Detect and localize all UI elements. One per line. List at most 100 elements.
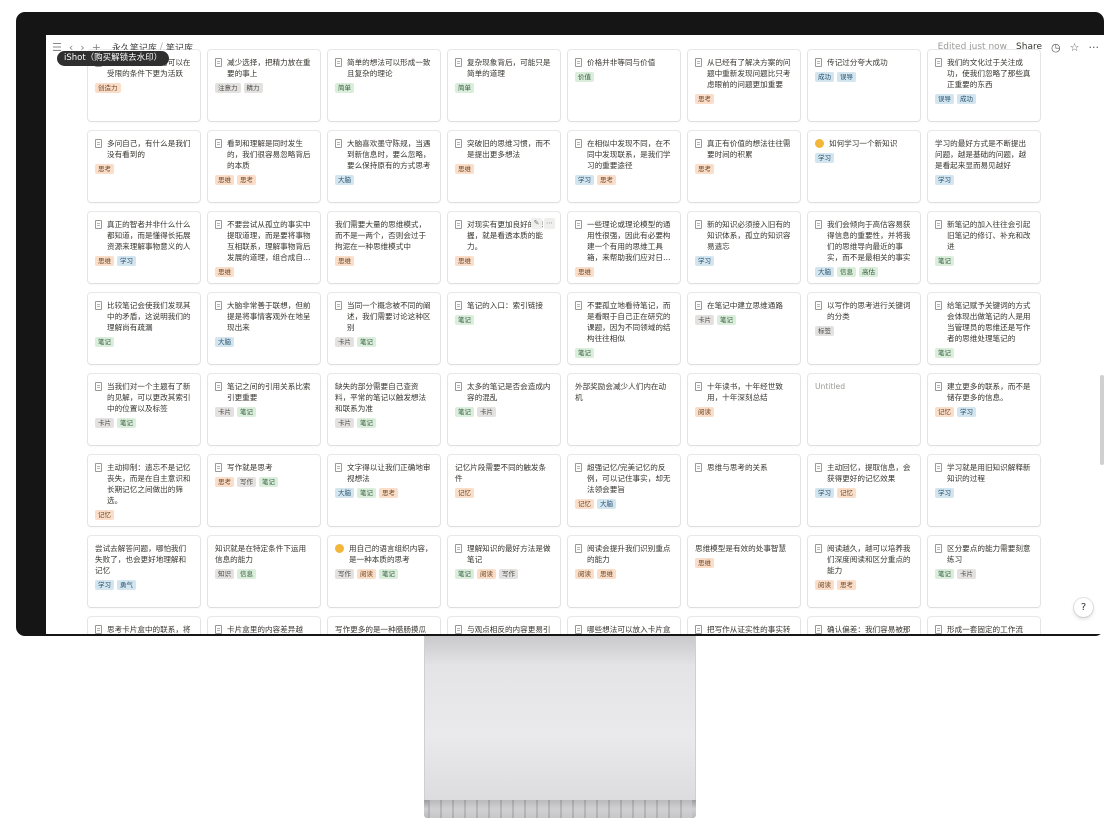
gallery-card[interactable]: 哪些想法可以放入卡片盒笔记卡片 — [568, 617, 680, 634]
page-icon — [455, 301, 462, 310]
gallery-card[interactable]: 笔记之间的引用关系比索引更重要 卡片 笔记 — [208, 374, 320, 445]
gallery-card[interactable]: 给笔记赋予关键词的方式会体现出做笔记的人是用当管理员的思维还是写作者的思维处理笔… — [928, 293, 1040, 364]
scrollbar-thumb[interactable] — [1100, 375, 1104, 465]
gallery-card[interactable]: 对现实有更加良好的把握，就是看透本质的能力。 ✎ ⋯ 思维 — [448, 212, 560, 283]
tag-pill: 大脑 — [335, 488, 354, 498]
gallery-card[interactable]: 以写作的思考进行关键词的分类 标签 — [808, 293, 920, 364]
gallery-card[interactable]: 文字得以让我们正确地审视想法 大脑 笔记 思考 — [328, 455, 440, 526]
card-tags: 思维 学习 — [95, 256, 193, 266]
card-title: 一些理论或理论模型的通用性很强，因此有必要构建一个有用的思维工具箱，来帮助我们应… — [575, 219, 673, 263]
card-title-text: 缺失的部分需要自己查资料，平常的笔记以触发想法和联系为准 — [335, 382, 427, 413]
gallery-card[interactable]: 阅读越久，越可以培养我们深度阅读和区分重点的能力 阅读 思考 — [808, 536, 920, 607]
gallery-card[interactable]: 建立更多的联系，而不是储存更多的信息。 记忆 学习 — [928, 374, 1040, 445]
card-title: 确认偏差：我们容易被那些我们相信或感觉良好的观点吸引…… — [815, 624, 913, 634]
card-title-text: 复杂现象背后，可能只是简单的道理 — [467, 58, 551, 78]
gallery-card[interactable]: 一些理论或理论模型的通用性很强，因此有必要构建一个有用的思维工具箱，来帮助我们应… — [568, 212, 680, 283]
gallery-card[interactable]: 把写作从证实性的事实转变为收集所有相关信息，适合开一个新的…… — [688, 617, 800, 634]
card-title: 当同一个概念被不同的阐述，我们需要讨论这种区别 — [335, 300, 433, 333]
gallery-card[interactable]: 简单的想法可以形成一致且复杂的理论 简单 — [328, 50, 440, 121]
gallery-card[interactable]: 新笔记的加入往往会引起旧笔记的修订、补充和改进 笔记 — [928, 212, 1040, 283]
gallery-card[interactable]: 在笔记中建立思维通路 卡片 笔记 — [688, 293, 800, 364]
gallery-card[interactable]: 比较笔记会使我们发现其中的矛盾，这说明我们的理解尚有疏漏 笔记 — [88, 293, 200, 364]
card-title: 我们需要大量的思维模式，而不是一两个，否则会过于拘泥在一种思维模式中 — [335, 219, 433, 252]
tag-pill: 思维 — [597, 569, 616, 579]
gallery-card[interactable]: 传记过分夸大成功 成功 误导 — [808, 50, 920, 121]
gallery-card[interactable]: 理解知识的最好方法是做笔记 笔记 阅读 写作 — [448, 536, 560, 607]
gallery-card[interactable]: 不要孤立地看待笔记，而是看眼于自己正在研究的课题，因为不同领域的结构往往相似 笔记 — [568, 293, 680, 364]
gallery-card[interactable]: 减少选择，把精力放在重要的事上 注意力 精力 — [208, 50, 320, 121]
gallery-card[interactable]: 当同一个概念被不同的阐述，我们需要讨论这种区别 卡片 笔记 — [328, 293, 440, 364]
gallery-card[interactable]: 学习就是用旧知识解释新知识的过程 学习 — [928, 455, 1040, 526]
gallery-card[interactable]: 十年读书，十年经世致用，十年深刻总结 阅读 — [688, 374, 800, 445]
card-title: 思维与思考的关系 — [695, 462, 793, 473]
gallery-card[interactable]: 思考卡片盒中的联系，将其组合才能得到有价值的思考 — [88, 617, 200, 634]
gallery-card[interactable]: 主动抑制：遗忘不是记忆丧失，而是在自主意识和长期记忆之间做出的筛选。 记忆 — [88, 455, 200, 526]
gallery-card[interactable]: 确认偏差：我们容易被那些我们相信或感觉良好的观点吸引…… — [808, 617, 920, 634]
tag-pill: 大脑 — [815, 267, 834, 277]
page-icon — [575, 301, 582, 310]
gallery-card[interactable]: 价格并非等同与价值 价值 — [568, 50, 680, 121]
card-tags: 思维 — [695, 558, 793, 568]
page-icon — [935, 301, 942, 310]
gallery-card[interactable]: 多问自己，有什么是我们没有看到的 思考 — [88, 131, 200, 202]
gallery-card[interactable]: 思维模型是有效的处事智慧 思维 — [688, 536, 800, 607]
gallery-card[interactable]: 不要尝试从孤立的事实中提取道理，而是要将事物互相联系，理解事物背后发展的道理，组… — [208, 212, 320, 283]
card-more-icon[interactable]: ⋯ — [544, 218, 555, 229]
gallery-card[interactable]: 看到和理解是同时发生的，我们很容易忽略背后的本质 思维 思考 — [208, 131, 320, 202]
gallery-card[interactable]: 主动回忆，提取信息，会获得更好的记忆效果 学习 记忆 — [808, 455, 920, 526]
gallery-card[interactable]: 缺失的部分需要自己查资料，平常的笔记以触发想法和联系为准 卡片 笔记 — [328, 374, 440, 445]
gallery-card[interactable]: 我们需要大量的思维模式，而不是一两个，否则会过于拘泥在一种思维模式中 思维 — [328, 212, 440, 283]
gallery-card[interactable]: 卡片盒里的内容差异越大，越能激发我们的思考 — [208, 617, 320, 634]
gallery-card[interactable]: 区分要点的能力需要刻意练习 笔记 卡片 — [928, 536, 1040, 607]
gallery-card[interactable]: 真正的智者并非什么什么都知道，而是懂得长拓展资源来理解事物意义的人 思维 学习 — [88, 212, 200, 283]
card-tags: 阅读 思维 — [575, 569, 673, 579]
gallery-card[interactable]: 超强记忆/完美记忆的反例，可以记住事实，却无法领会要旨 记忆 大脑 — [568, 455, 680, 526]
gallery-card[interactable]: 我们的文化过于关注成功，使我们忽略了那些真正重要的东西 误导 成功 — [928, 50, 1040, 121]
gallery-card[interactable]: 真正有价值的想法往往需要时间的积累 思考 — [688, 131, 800, 202]
card-tags: 标签 — [815, 326, 913, 336]
help-button[interactable]: ? — [1074, 598, 1093, 617]
gallery-card[interactable]: 突破旧的思维习惯，而不是提出更多想法 思维 — [448, 131, 560, 202]
gallery-card[interactable]: 在相似中发现不同，在不同中发现联系，是我们学习的重要途径 学习 思考 — [568, 131, 680, 202]
gallery-card[interactable]: 尝试去解答问题，哪怕我们失败了，也会更好地理解和记忆 学习 勇气 — [88, 536, 200, 607]
gallery-card[interactable]: 新的知识必须接入旧有的知识体系，孤立的知识容易遗忘 学习 — [688, 212, 800, 283]
tag-pill: 思维 — [455, 256, 474, 266]
gallery-card[interactable]: 我们会倾向于高估容易获得信息的重要性，并将我们的思维导向最近的事实，而不是最相关… — [808, 212, 920, 283]
gallery-card[interactable]: 用自己的语言组织内容，是一种本质的思考 写作 阅读 笔记 — [328, 536, 440, 607]
gallery-card[interactable]: 笔记的入口：索引链接 笔记 — [448, 293, 560, 364]
gallery-card[interactable]: 与观点相反的内容更易引起思考 — [448, 617, 560, 634]
gallery-card[interactable]: 记忆片段需要不同的触发条件 记忆 — [448, 455, 560, 526]
tag-pill: 注意力 — [215, 83, 241, 93]
card-title-text: 学习的最好方式是不断提出问题，越是基础的问题，越是看起来显而易见越好 — [935, 139, 1027, 170]
gallery-card[interactable]: 阅读会提升我们识别重点的能力 阅读 思维 — [568, 536, 680, 607]
gallery-card[interactable]: 太多的笔记是否会造成内容的混乱 笔记 卡片 — [448, 374, 560, 445]
gallery-card[interactable]: 写作更多的是一种腊肠摸瓜似的行为，现有一个点，然后顺着摸…… — [328, 617, 440, 634]
gallery-card[interactable]: 复杂现象背后，可能只是简单的道理 简单 — [448, 50, 560, 121]
tag-pill: 思考 — [837, 580, 856, 590]
gallery-card[interactable]: 思维与思考的关系 — [688, 455, 800, 526]
gallery-card[interactable]: 写作就是思考 思考 写作 笔记 — [208, 455, 320, 526]
gallery-card[interactable]: 知识就是在特定条件下运用信息的能力 知识 信息 — [208, 536, 320, 607]
gallery-card[interactable]: 大脑非常善于联想，但前提是将事情客观外在地呈现出来 大脑 — [208, 293, 320, 364]
gallery-card[interactable]: 当我们对一个主题有了新的见解，可以更改其索引中的位置以及标签 卡片 笔记 — [88, 374, 200, 445]
gallery-card[interactable]: 形成一套固定的工作流程，减少决策，可以大大提高效率 — [928, 617, 1040, 634]
gallery-card[interactable]: 大脑喜欢墨守陈规，当遇到新信息时，要么忽略，要么保持原有的方式思考 大脑 — [328, 131, 440, 202]
emoji-face-icon — [335, 544, 344, 553]
page-icon — [935, 463, 942, 472]
gallery-card[interactable]: 如何学习一个新知识 学习 — [808, 131, 920, 202]
gallery-card[interactable]: 从已经有了解决方案的问题中重新发现问题比只考虑眼前的问题更加重要 思考 — [688, 50, 800, 121]
card-title: 价格并非等同与价值 — [575, 57, 673, 68]
tag-pill: 阅读 — [695, 407, 714, 417]
card-title-text: 形成一套固定的工作流程，减少决策，可以大大提高效率 — [947, 625, 1023, 634]
card-title-text: 笔记的入口：索引链接 — [467, 301, 543, 310]
more-options-icon[interactable]: ··· — [1089, 41, 1100, 54]
gallery-card[interactable]: Untitled — [808, 374, 920, 445]
card-title: 简单的想法可以形成一致且复杂的理论 — [335, 57, 433, 79]
card-title: 学习的最好方式是不断提出问题，越是基础的问题，越是看起来显而易见越好 — [935, 138, 1033, 171]
card-title: 尝试去解答问题，哪怕我们失败了，也会更好地理解和记忆 — [95, 543, 193, 576]
gallery-card[interactable]: 外部奖励会减少人们内在动机 — [568, 374, 680, 445]
card-title-text: 不要孤立地看待笔记，而是看眼于自己正在研究的课题，因为不同领域的结构往往相似 — [587, 301, 671, 343]
page-icon — [935, 544, 942, 553]
gallery-card[interactable]: 学习的最好方式是不断提出问题，越是基础的问题，越是看起来显而易见越好 学习 — [928, 131, 1040, 202]
edit-pencil-icon[interactable]: ✎ — [531, 218, 542, 229]
